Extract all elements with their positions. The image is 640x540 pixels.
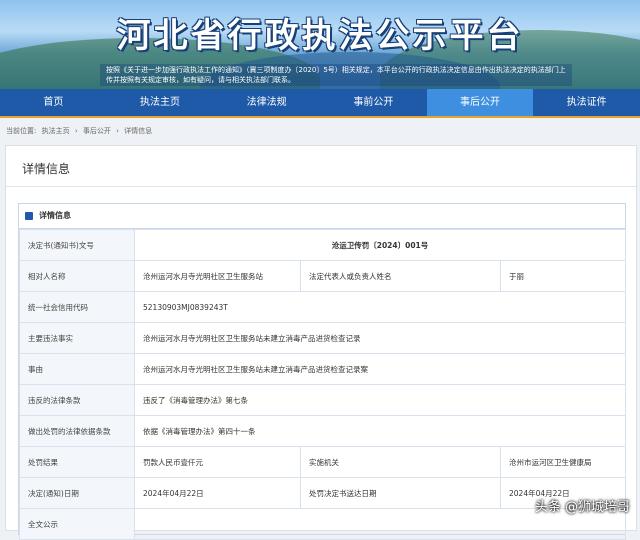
main-nav: 首页 执法主页 法律法规 事前公开 事后公开 执法证件 [0, 89, 640, 118]
panel-title: 详情信息 [22, 162, 71, 176]
nav-item-certificates[interactable]: 执法证件 [533, 89, 640, 116]
legal-representative-value: 于丽 [500, 260, 626, 292]
row-label: 主要违法事实 [19, 322, 135, 354]
violation-facts-value: 沧州运河水月寺光明社区卫生服务站未建立消毒产品进货检查记录 [134, 322, 626, 354]
decision-number-value: 沧运卫传罚〔2024〕001号 [134, 229, 626, 261]
decision-date-value: 2024年04月22日 [134, 477, 301, 509]
row-label: 做出处罚的法律依据条款 [19, 415, 135, 447]
table-row: 相对人名称 沧州运河水月寺光明社区卫生服务站 法定代表人或负责人姓名 于丽 [19, 260, 626, 292]
row-label: 处罚结果 [19, 446, 135, 478]
table-row: 主要违法事实 沧州运河水月寺光明社区卫生服务站未建立消毒产品进货检查记录 [19, 322, 626, 354]
card-header: 详情信息 [19, 204, 625, 229]
table-row: 决定书(通知书)文号 沧运卫传罚〔2024〕001号 [19, 229, 626, 261]
detail-card: 详情信息 决定书(通知书)文号 沧运卫传罚〔2024〕001号 相对人名称 沧州… [18, 203, 626, 540]
row-label: 处罚决定书送达日期 [300, 477, 501, 509]
table-row: 处罚结果 罚款人民币壹仟元 实施机关 沧州市运河区卫生健康局 [19, 446, 626, 478]
header-banner: 河北省行政执法公示平台 按照《关于进一步加强行政执法工作的通知》（冀三项制度办〔… [0, 0, 640, 89]
table-row: 违反的法律条款 违反了《消毒管理办法》第七条 [19, 384, 626, 416]
site-title: 河北省行政执法公示平台 [116, 16, 524, 56]
row-label: 决定(通知)日期 [19, 477, 135, 509]
nav-item-enforcement-home[interactable]: 执法主页 [107, 89, 214, 116]
panel-header: 详情信息 [6, 146, 636, 187]
detail-panel: 详情信息 详情信息 决定书(通知书)文号 沧运卫传罚〔2024〕001号 相对人… [5, 145, 637, 540]
breadcrumb-separator: › [116, 127, 119, 135]
breadcrumb-prefix: 当前位置: [6, 127, 37, 135]
info-icon [25, 212, 33, 220]
breadcrumb-current: 详情信息 [124, 127, 153, 135]
row-label: 全文公示 [19, 508, 135, 540]
party-name-value: 沧州运河水月寺光明社区卫生服务站 [134, 260, 301, 292]
nav-item-post-disclosure[interactable]: 事后公开 [426, 89, 534, 116]
breadcrumb-link-enforcement[interactable]: 执法主页 [42, 127, 70, 135]
enforcement-agency-value: 沧州市运河区卫生健康局 [500, 446, 626, 478]
breadcrumb-link-post-disclosure[interactable]: 事后公开 [83, 127, 111, 135]
nav-item-pre-disclosure[interactable]: 事前公开 [320, 89, 427, 116]
row-label: 事由 [19, 353, 135, 385]
row-label: 违反的法律条款 [19, 384, 135, 416]
card-title: 详情信息 [39, 211, 71, 220]
nav-item-home[interactable]: 首页 [0, 89, 107, 116]
breadcrumb: 当前位置: 执法主页 › 事后公开 › 详情信息 [6, 126, 155, 136]
credit-code-value: 52130903MJ0839243T [134, 291, 626, 323]
row-label: 决定书(通知书)文号 [19, 229, 135, 261]
table-row: 统一社会信用代码 52130903MJ0839243T [19, 291, 626, 323]
cause-value: 沧州运河水月寺光明社区卫生服务站未建立消毒产品进货检查记录案 [134, 353, 626, 385]
penalty-result-value: 罚款人民币壹仟元 [134, 446, 301, 478]
site-notice: 按照《关于进一步加强行政执法工作的通知》（冀三项制度办〔2020〕5号）相关规定… [100, 64, 572, 86]
watermark: 头条 @狮城培哥 [534, 500, 630, 515]
row-label: 相对人名称 [19, 260, 135, 292]
table-row: 事由 沧州运河水月寺光明社区卫生服务站未建立消毒产品进货检查记录案 [19, 353, 626, 385]
row-label: 实施机关 [300, 446, 501, 478]
row-label: 统一社会信用代码 [19, 291, 135, 323]
detail-table: 决定书(通知书)文号 沧运卫传罚〔2024〕001号 相对人名称 沧州运河水月寺… [19, 229, 626, 540]
row-label: 法定代表人或负责人姓名 [300, 260, 501, 292]
table-row: 做出处罚的法律依据条款 依据《消毒管理办法》第四十一条 [19, 415, 626, 447]
violated-law-value: 违反了《消毒管理办法》第七条 [134, 384, 626, 416]
nav-item-laws[interactable]: 法律法规 [213, 89, 320, 116]
legal-basis-value: 依据《消毒管理办法》第四十一条 [134, 415, 626, 447]
breadcrumb-separator: › [74, 127, 78, 135]
